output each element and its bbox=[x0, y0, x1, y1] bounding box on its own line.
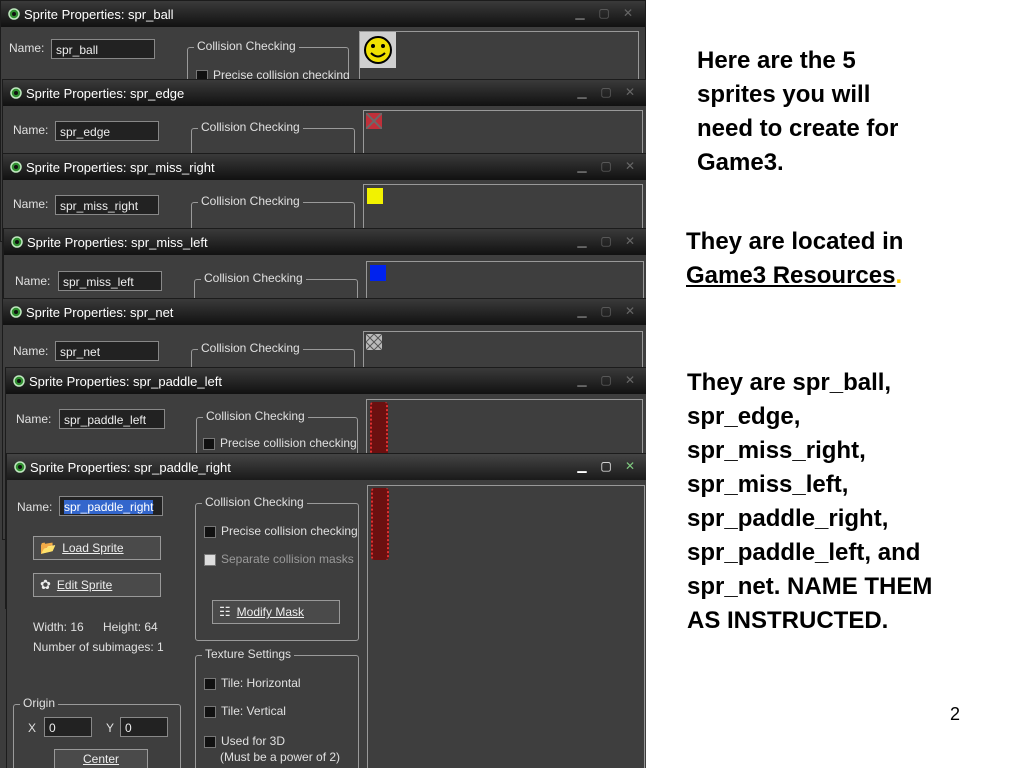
names-line: spr_net. NAME THEM bbox=[687, 573, 933, 600]
resources-link[interactable]: Game3 Resources bbox=[686, 262, 895, 289]
names-line: spr_paddle_left, and bbox=[687, 539, 921, 566]
period: . bbox=[895, 262, 903, 289]
names-line: spr_edge, bbox=[687, 403, 801, 430]
names-line: spr_miss_left, bbox=[687, 471, 849, 498]
page-number: 2 bbox=[950, 704, 961, 724]
names-line: spr_paddle_right, bbox=[687, 505, 889, 532]
names-paragraph: They are spr_ball, spr_edge, spr_miss_ri… bbox=[687, 366, 932, 638]
intro-line: Game3. bbox=[697, 149, 784, 176]
intro-line: need to create for bbox=[697, 115, 899, 142]
intro-line: sprites you will bbox=[697, 81, 871, 108]
location-paragraph: They are located in Game3 Resources. bbox=[686, 225, 903, 293]
slide-text: Here are the 5 sprites you will need to … bbox=[0, 0, 1024, 768]
names-line: AS INSTRUCTED. bbox=[687, 607, 889, 634]
names-line: They are spr_ball, bbox=[687, 369, 892, 396]
intro-paragraph: Here are the 5 sprites you will need to … bbox=[697, 44, 898, 180]
names-line: spr_miss_right, bbox=[687, 437, 866, 464]
intro-line: Here are the 5 bbox=[697, 47, 856, 74]
location-line: They are located in bbox=[686, 228, 904, 255]
